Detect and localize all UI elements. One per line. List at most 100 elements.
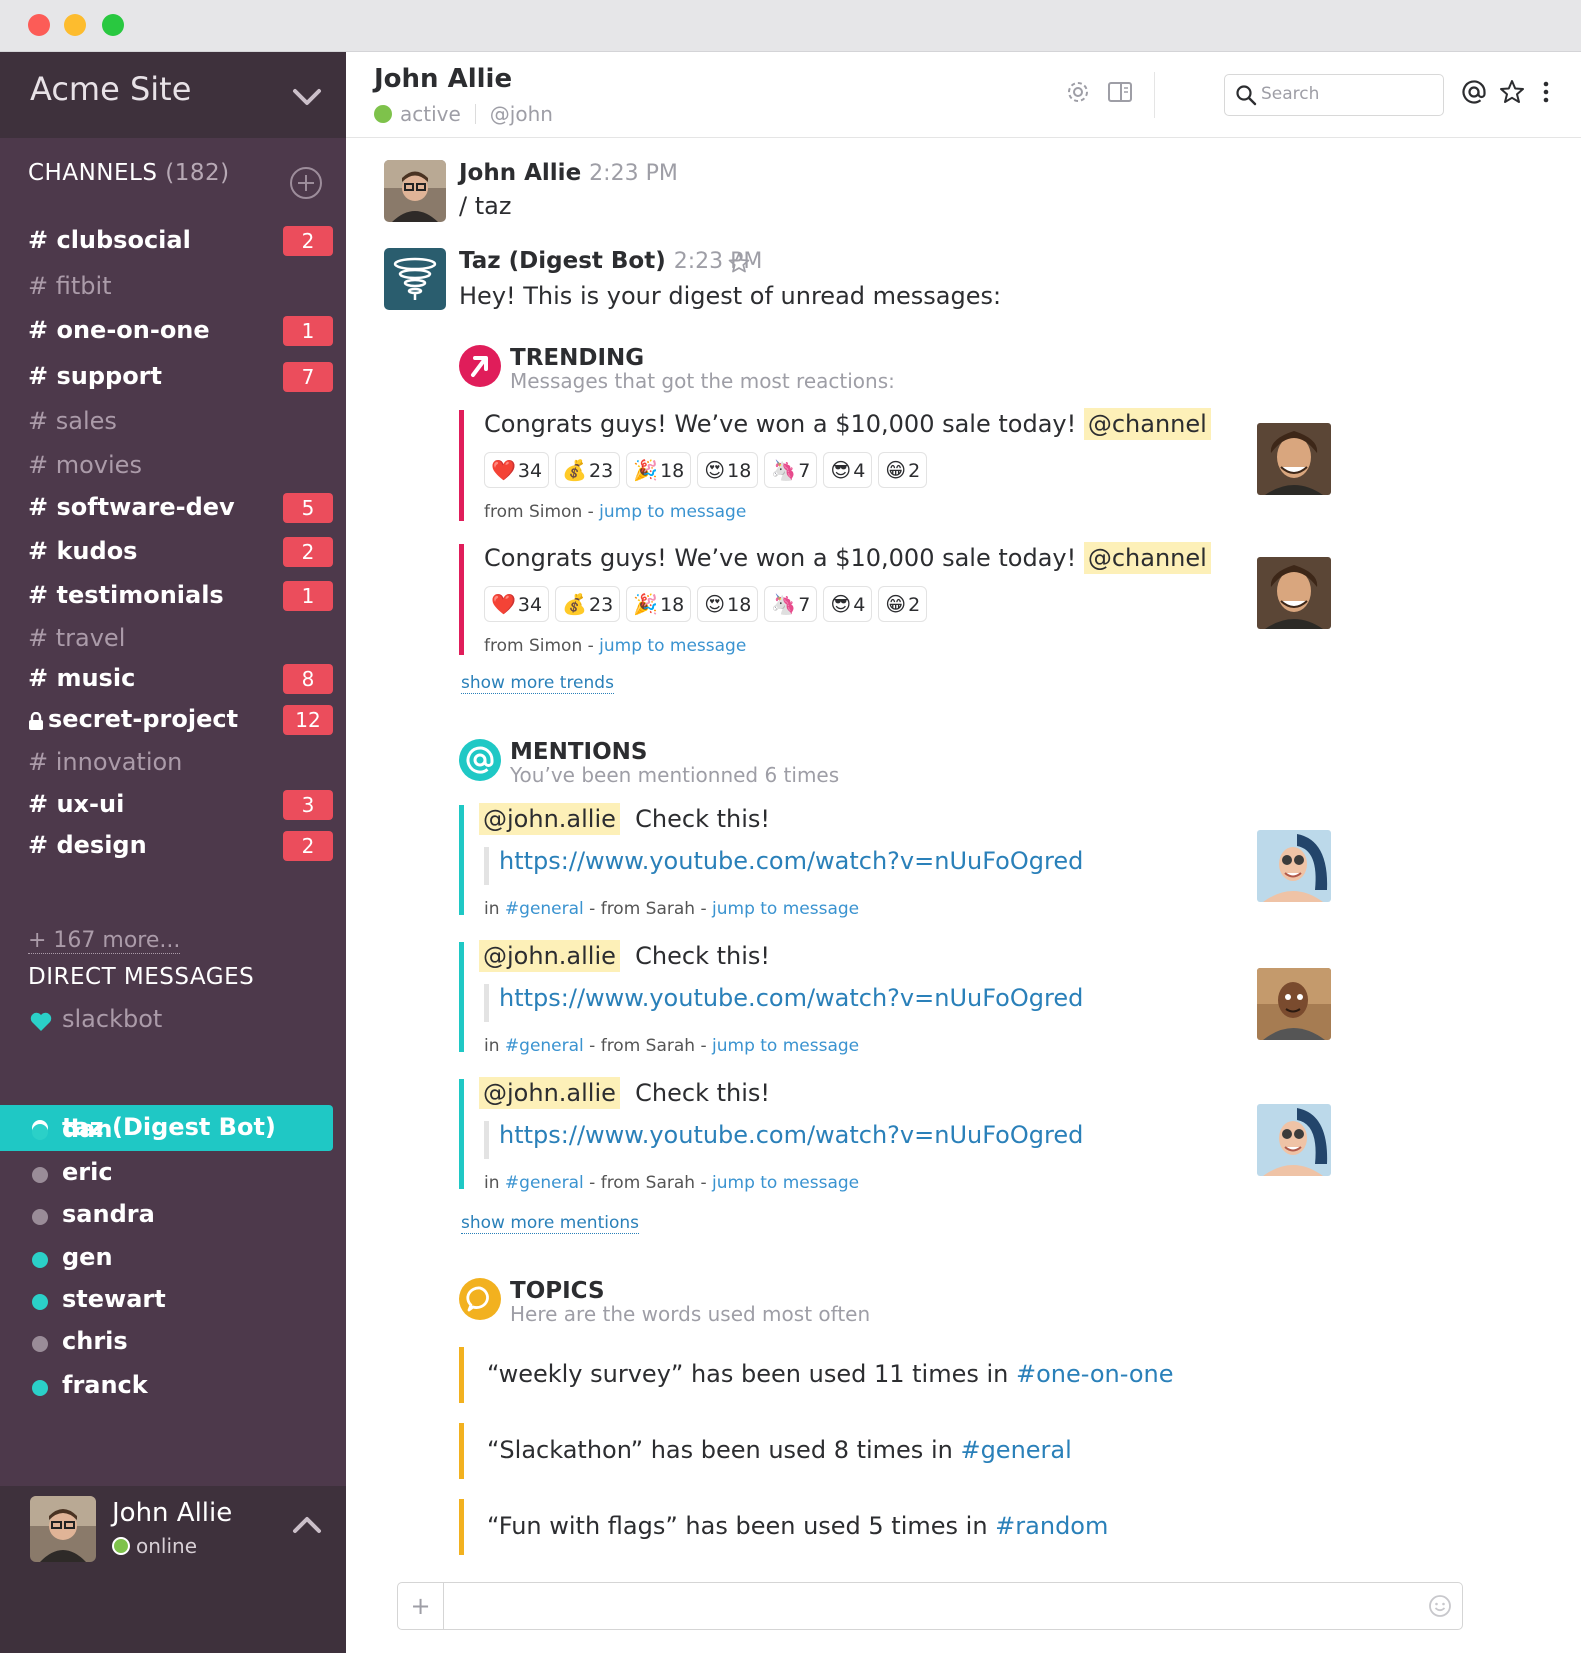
zoom-window-button[interactable]	[102, 14, 124, 36]
reaction-moneybag[interactable]: 💰 23	[555, 586, 621, 622]
channel-item-ux-ui[interactable]: # ux-ui 3	[28, 788, 333, 822]
channel-link[interactable]: #general	[505, 1173, 584, 1193]
message-author[interactable]: Taz (Digest Bot) 2:23 PM	[459, 248, 762, 274]
channel-item-support[interactable]: # support 7	[28, 360, 333, 394]
author-thumbnail[interactable]	[1257, 830, 1331, 902]
sidebar-toggle-icon[interactable]	[1106, 78, 1134, 106]
mention-highlight[interactable]: @john.allie	[479, 940, 620, 972]
dm-item-stewart[interactable]: stewart	[30, 1284, 335, 1318]
channel-link[interactable]: #general	[960, 1436, 1071, 1464]
show-more-trends-link[interactable]: show more trends	[461, 673, 614, 694]
channel-item-music[interactable]: # music 8	[28, 662, 333, 696]
channel-link[interactable]: #random	[995, 1512, 1108, 1540]
message-author[interactable]: John Allie 2:23 PM	[459, 160, 678, 186]
jump-to-message-link[interactable]: jump to message	[599, 636, 746, 656]
mention-message[interactable]: @john.allie Check this!	[479, 803, 771, 835]
jump-to-message-link[interactable]: jump to message	[712, 1173, 859, 1193]
dm-item-eric[interactable]: eric	[30, 1157, 335, 1191]
mention-message[interactable]: @john.allie Check this!	[479, 940, 770, 972]
channel-item-travel[interactable]: # travel	[28, 622, 333, 656]
chevron-down-icon[interactable]	[290, 80, 324, 114]
mention-highlight[interactable]: @john.allie	[479, 803, 620, 835]
channel-link[interactable]: #general	[505, 899, 584, 919]
channel-item-fitbit[interactable]: # fitbit	[28, 270, 333, 304]
search-input[interactable]: Search	[1224, 74, 1444, 116]
youtube-link[interactable]: https://www.youtube.com/watch?v=nUuFoOgr…	[499, 1121, 1083, 1149]
star-icon[interactable]	[1498, 78, 1526, 106]
youtube-link[interactable]: https://www.youtube.com/watch?v=nUuFoOgr…	[499, 984, 1083, 1012]
dm-item-gen[interactable]: gen	[30, 1242, 335, 1276]
reaction-party[interactable]: 🎉 18	[626, 586, 692, 622]
direct-messages-title[interactable]: DIRECT MESSAGES	[28, 964, 254, 990]
channel-item-kudos[interactable]: # kudos 2	[28, 535, 333, 569]
channel-item-design[interactable]: # design 2	[28, 829, 333, 863]
channel-item-innovation[interactable]: # innovation	[28, 746, 333, 780]
add-channel-icon[interactable]	[289, 166, 323, 200]
bot-avatar[interactable]	[384, 248, 446, 310]
jump-to-message-link[interactable]: jump to message	[599, 502, 746, 522]
mention-highlight[interactable]: @channel	[1083, 542, 1211, 574]
author-thumbnail[interactable]	[1257, 557, 1331, 629]
attach-button[interactable]: +	[398, 1583, 444, 1629]
reaction-heart[interactable]: ❤️ 34	[484, 586, 550, 622]
reaction-heart[interactable]: ❤️ 34	[484, 452, 550, 488]
reaction-unicorn[interactable]: 🦄 7	[764, 586, 818, 622]
mention-message[interactable]: @john.allie Check this!	[479, 1077, 770, 1109]
star-icon[interactable]	[727, 251, 751, 275]
show-more-mentions-link[interactable]: show more mentions	[461, 1213, 639, 1234]
reaction-grin[interactable]: 😁 2	[878, 586, 928, 622]
close-window-button[interactable]	[28, 14, 50, 36]
dm-item-franck[interactable]: franck	[30, 1370, 335, 1404]
channel-item-movies[interactable]: # movies	[28, 449, 333, 483]
dm-item-dan[interactable]: dan	[30, 1114, 335, 1148]
minimize-window-button[interactable]	[64, 14, 86, 36]
dm-item-slackbot[interactable]: slackbot	[30, 1004, 335, 1038]
channel-item-sales[interactable]: # sales	[28, 405, 333, 439]
reaction-moneybag[interactable]: 💰 23	[555, 452, 621, 488]
author-thumbnail[interactable]	[1257, 968, 1331, 1040]
current-user-bar[interactable]: John Allie online	[0, 1486, 346, 1653]
youtube-link[interactable]: https://www.youtube.com/watch?v=nUuFoOgr…	[499, 847, 1083, 875]
dm-label: dan	[62, 1115, 113, 1143]
mentions-icon[interactable]	[1460, 78, 1488, 106]
avatar[interactable]	[384, 160, 446, 222]
channel-item-one-on-one[interactable]: # one-on-one 1	[28, 314, 333, 348]
trending-message[interactable]: Congrats guys! We’ve won a $10,000 sale …	[484, 542, 1211, 574]
channel-item-secret-project[interactable]: secret-project 12	[28, 703, 333, 737]
mention-highlight[interactable]: @channel	[1083, 408, 1211, 440]
channel-item-software-dev[interactable]: # software-dev 5	[28, 491, 333, 525]
reaction-heart-eyes[interactable]: 😍 18	[697, 452, 759, 488]
channel-item-clubsocial[interactable]: # clubsocial 2	[28, 224, 333, 258]
message-composer[interactable]: +	[397, 1582, 1463, 1630]
author-thumbnail[interactable]	[1257, 1104, 1331, 1176]
author-thumbnail[interactable]	[1257, 423, 1331, 495]
channel-link[interactable]: #general	[505, 1036, 584, 1056]
avatar[interactable]	[30, 1496, 96, 1562]
reaction-sunglasses[interactable]: 😎 4	[823, 586, 873, 622]
moneybag-icon: 💰	[562, 592, 587, 616]
chevron-up-icon[interactable]	[290, 1508, 324, 1542]
channels-header[interactable]: CHANNELS (182)	[28, 160, 230, 186]
reaction-sunglasses[interactable]: 😎 4	[823, 452, 873, 488]
message-text: Check this!	[635, 805, 771, 833]
trending-message[interactable]: Congrats guys! We’ve won a $10,000 sale …	[484, 408, 1211, 440]
channel-item-testimonials[interactable]: # testimonials 1	[28, 579, 333, 613]
team-header[interactable]: Acme Site	[0, 52, 346, 138]
jump-to-message-link[interactable]: jump to message	[712, 1036, 859, 1056]
more-channels-link[interactable]: + 167 more...	[28, 928, 181, 954]
message-timestamp[interactable]: 2:23 PM	[589, 161, 678, 186]
dm-label: sandra	[62, 1200, 155, 1228]
gear-icon[interactable]	[1064, 78, 1092, 106]
reaction-heart-eyes[interactable]: 😍 18	[697, 586, 759, 622]
emoji-icon[interactable]	[1428, 1594, 1452, 1618]
reaction-unicorn[interactable]: 🦄 7	[764, 452, 818, 488]
more-options-icon[interactable]	[1532, 78, 1560, 106]
channel-link[interactable]: #one-on-one	[1016, 1360, 1174, 1388]
conversation-title[interactable]: John Allie	[374, 64, 512, 94]
reaction-grin[interactable]: 😁 2	[878, 452, 928, 488]
reaction-party[interactable]: 🎉 18	[626, 452, 692, 488]
mention-highlight[interactable]: @john.allie	[479, 1077, 620, 1109]
dm-item-chris[interactable]: chris	[30, 1326, 335, 1360]
jump-to-message-link[interactable]: jump to message	[712, 899, 859, 919]
dm-item-sandra[interactable]: sandra	[30, 1199, 335, 1233]
